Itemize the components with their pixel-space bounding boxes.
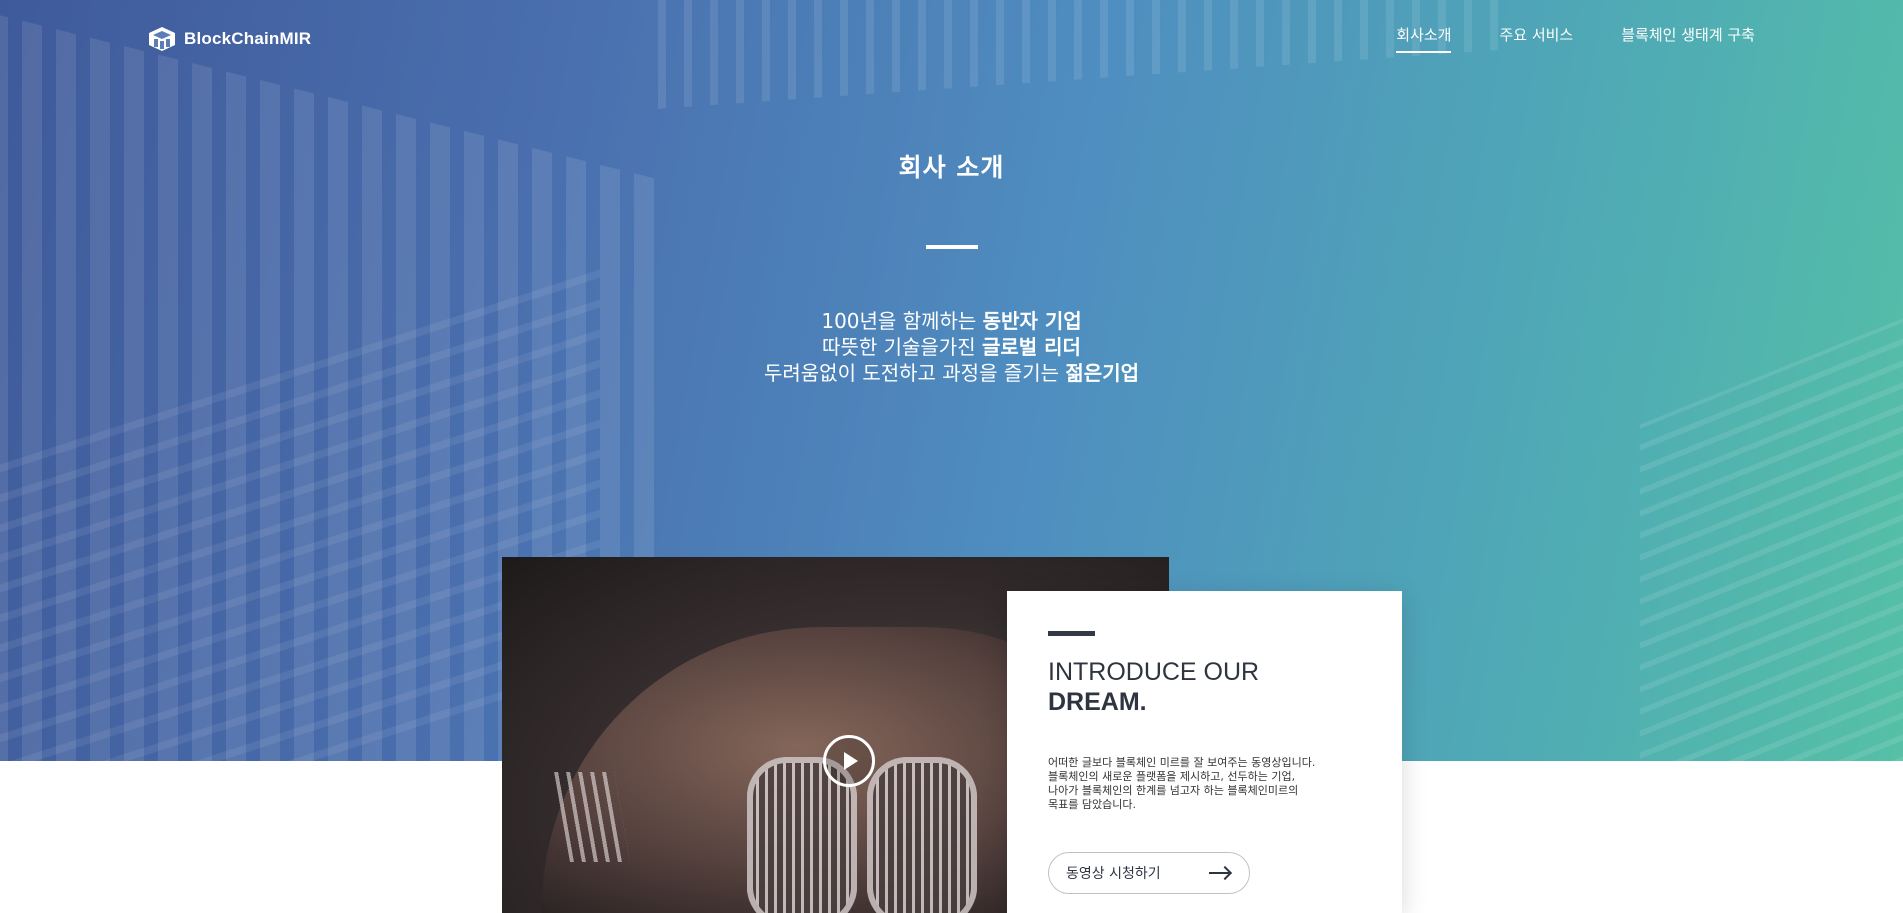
- tagline-line: 따뜻한 기술을가진 글로벌 리더: [0, 334, 1903, 360]
- card-heading: INTRODUCE OUR DREAM.: [1048, 657, 1259, 717]
- play-button[interactable]: [823, 735, 875, 787]
- title-divider: [926, 245, 978, 249]
- tagline-bold: 동반자 기업: [982, 309, 1082, 333]
- cube-icon: [148, 26, 176, 52]
- video-thumbnail-grille-right: [867, 757, 977, 913]
- card-heading-line1: INTRODUCE OUR: [1048, 658, 1260, 686]
- card-desc-line: 어떠한 글보다 블록체인 미르를 잘 보여주는 동영상입니다.: [1048, 756, 1316, 769]
- card-desc-line: 목표를 담았습니다.: [1048, 798, 1136, 811]
- tagline-line: 100년을 함께하는 동반자 기업: [0, 308, 1903, 334]
- card-heading-line2: DREAM.: [1048, 688, 1147, 716]
- tagline-line: 두려움없이 도전하고 과정을 즐기는 젊은기업: [0, 360, 1903, 386]
- tagline-text: 100년을 함께하는: [821, 309, 977, 333]
- card-accent-bar: [1048, 631, 1095, 636]
- tagline-bold: 젊은기업: [1065, 361, 1140, 385]
- main-nav: 회사소개 주요 서비스 블록체인 생태계 구축: [1396, 24, 1755, 53]
- tagline-text: 따뜻한 기술을가진: [822, 335, 976, 359]
- site-header: BlockChainMIR 회사소개 주요 서비스 블록체인 생태계 구축: [0, 0, 1903, 80]
- nav-item-services[interactable]: 주요 서비스: [1499, 24, 1573, 53]
- card-desc-line: 나아가 블록체인의 한계를 넘고자 하는 블록체인미르의: [1048, 784, 1299, 797]
- card-description: 어떠한 글보다 블록체인 미르를 잘 보여주는 동영상입니다. 블록체인의 새로…: [1048, 756, 1388, 812]
- nav-item-company[interactable]: 회사소개: [1396, 24, 1452, 53]
- watch-video-label: 동영상 시청하기: [1066, 866, 1161, 882]
- watch-video-button[interactable]: 동영상 시청하기: [1048, 852, 1250, 894]
- hero-tagline: 100년을 함께하는 동반자 기업 따뜻한 기술을가진 글로벌 리더 두려움없이…: [0, 308, 1903, 386]
- card-desc-line: 블록체인의 새로운 플랫폼을 제시하고, 선두하는 기업,: [1048, 770, 1296, 783]
- play-icon: [844, 752, 858, 770]
- tagline-bold: 글로벌 리더: [981, 335, 1081, 359]
- brand-logo[interactable]: BlockChainMIR: [148, 26, 311, 52]
- intro-card: INTRODUCE OUR DREAM. 어떠한 글보다 블록체인 미르를 잘 …: [1007, 591, 1402, 913]
- nav-item-ecosystem[interactable]: 블록체인 생태계 구축: [1621, 24, 1755, 53]
- logo-text: BlockChainMIR: [184, 29, 312, 48]
- page-title: 회사 소개: [898, 153, 1005, 182]
- tagline-text: 두려움없이 도전하고 과정을 즐기는: [763, 361, 1060, 385]
- arrow-right-icon: [1209, 865, 1233, 881]
